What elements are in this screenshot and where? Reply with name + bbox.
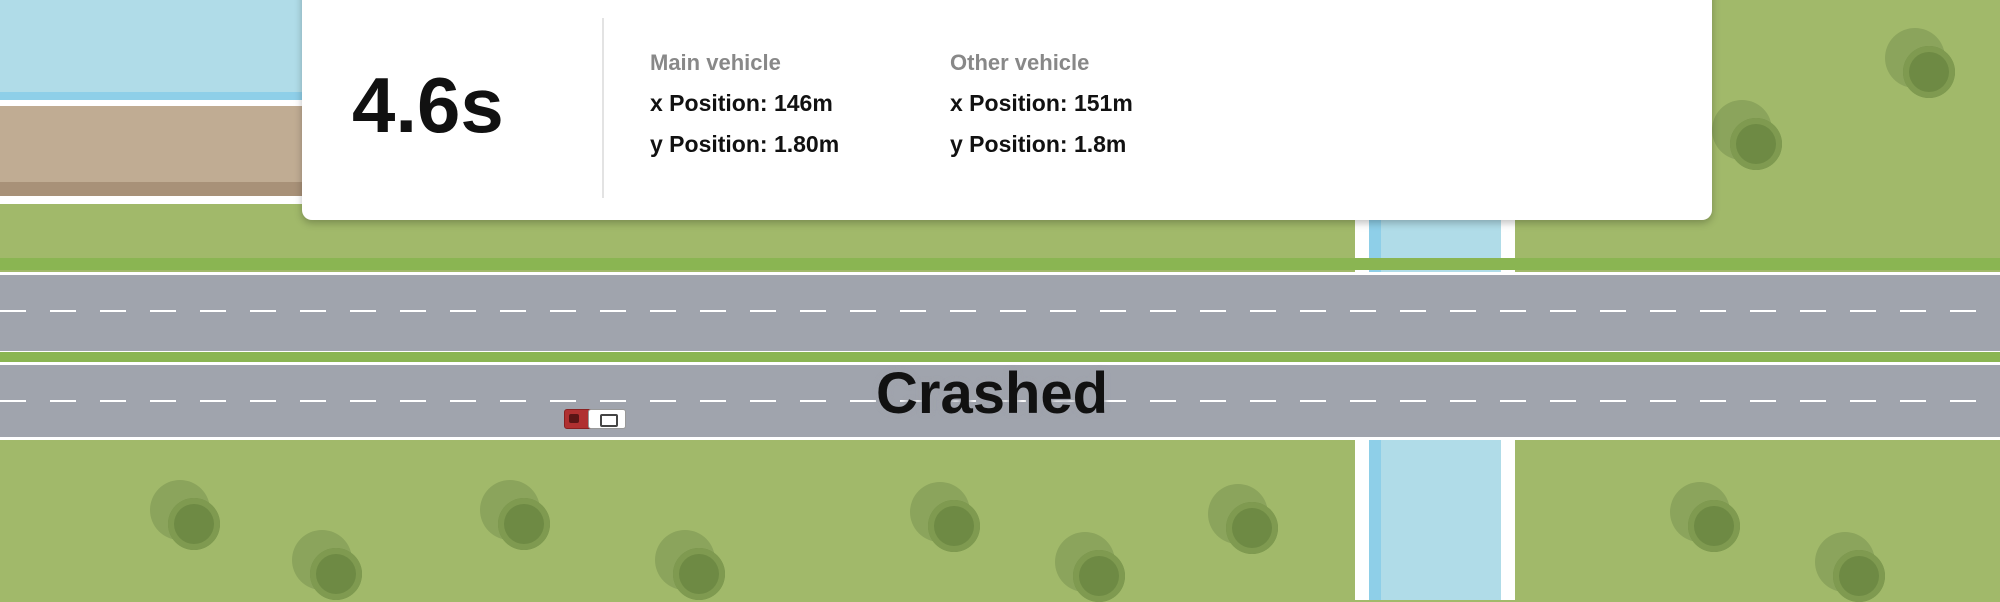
water-area (0, 0, 310, 92)
other-vehicle-y-position: y Position: 1.8m (950, 131, 1127, 157)
other-vehicle (588, 409, 626, 429)
tree (150, 480, 220, 550)
tree (1055, 532, 1125, 602)
tree (1712, 100, 1782, 170)
tree (480, 480, 550, 550)
tree (292, 530, 362, 600)
other-vehicle-title: Other vehicle (950, 50, 1090, 75)
main-vehicle-x-position: x Position: 146m (650, 90, 833, 116)
tree (1815, 532, 1885, 602)
main-vehicle-title: Main vehicle (650, 50, 781, 75)
other-vehicle-window (600, 414, 618, 427)
main-vehicle-info: Main vehicle x Position: 146m y Position… (650, 50, 839, 172)
other-vehicle-info: Other vehicle x Position: 151m y Positio… (950, 50, 1133, 172)
tree (655, 530, 725, 600)
road-upper-lanes (0, 272, 2000, 354)
tree (1670, 482, 1740, 552)
crash-status-label: Crashed (876, 361, 1109, 426)
tree (1208, 484, 1278, 554)
panel-divider (602, 18, 604, 198)
main-vehicle-y-position: y Position: 1.80m (650, 131, 840, 157)
dirt-bank-edge (0, 182, 310, 196)
road-shoulder (0, 258, 2000, 270)
lane-marking-upper (0, 310, 2000, 312)
dirt-bank (0, 106, 310, 182)
water-edge (0, 92, 310, 100)
main-vehicle-window (569, 414, 579, 423)
tree (910, 482, 980, 552)
bank-line (0, 196, 310, 204)
other-vehicle-x-position: x Position: 151m (950, 90, 1133, 116)
simulation-info-panel: 4.6s Main vehicle x Position: 146m y Pos… (302, 0, 1712, 220)
elapsed-time: 4.6s (352, 61, 504, 149)
tree (1885, 28, 1955, 98)
